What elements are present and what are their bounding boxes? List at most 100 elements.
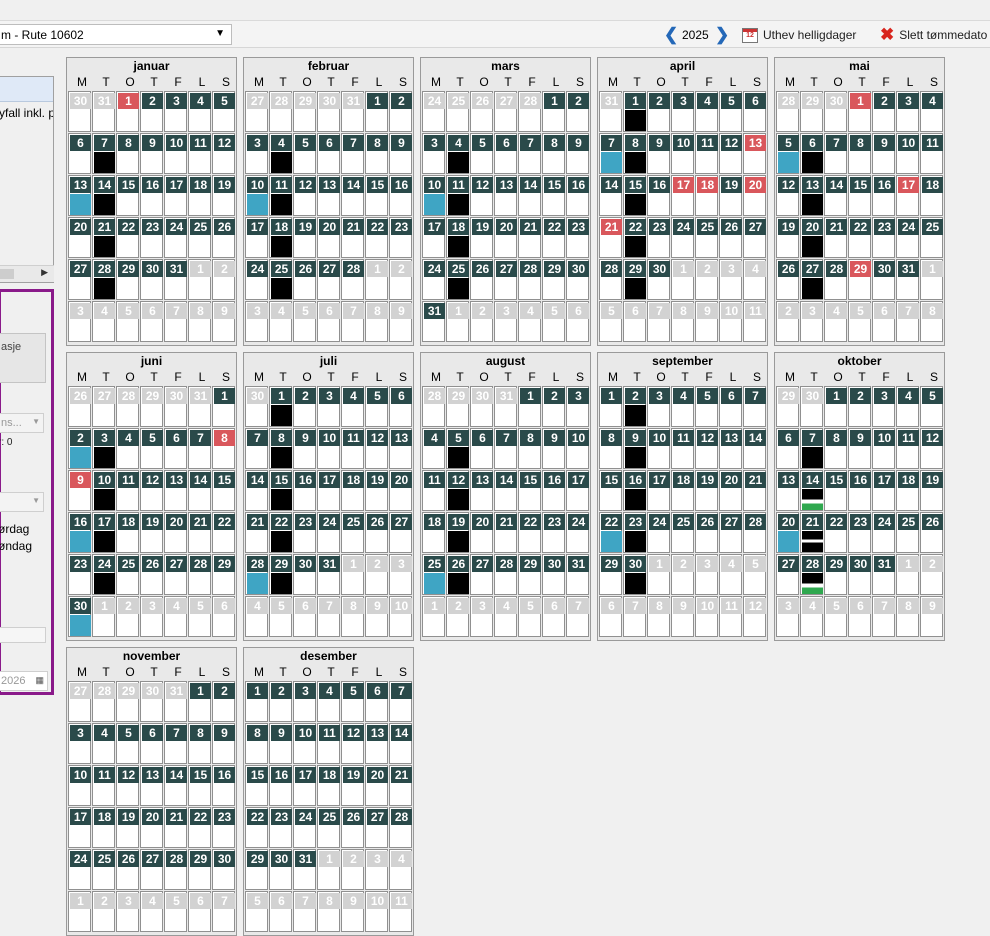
day-cell[interactable]: 31	[872, 554, 895, 595]
day-cell[interactable]: 11	[671, 428, 694, 469]
day-cell[interactable]: 3	[164, 91, 187, 132]
day-cell[interactable]: 28	[824, 259, 847, 300]
day-cell[interactable]: 24	[68, 849, 91, 890]
day-cell[interactable]: 29	[293, 91, 316, 132]
day-cell[interactable]: 18	[671, 470, 694, 511]
day-cell[interactable]: 29	[245, 849, 268, 890]
day-cell[interactable]: 6	[317, 301, 340, 342]
day-cell[interactable]: 19	[293, 217, 316, 258]
day-cell[interactable]: 1	[269, 386, 292, 427]
day-cell[interactable]: 13	[365, 723, 388, 764]
day-cell[interactable]: 23	[269, 807, 292, 848]
day-cell[interactable]: 6	[599, 596, 622, 637]
day-cell[interactable]: 29	[188, 849, 211, 890]
day-cell[interactable]: 14	[824, 175, 847, 216]
day-cell[interactable]: 2	[470, 301, 493, 342]
day-cell[interactable]: 17	[317, 470, 340, 511]
day-cell[interactable]: 25	[695, 217, 718, 258]
day-cell[interactable]: 29	[116, 259, 139, 300]
day-cell[interactable]: 8	[518, 428, 541, 469]
scrollbar-thumb[interactable]	[0, 269, 14, 279]
day-cell[interactable]: 3	[896, 91, 919, 132]
day-cell[interactable]: 17	[164, 175, 187, 216]
day-cell[interactable]: 10	[68, 765, 91, 806]
day-cell[interactable]: 8	[245, 723, 268, 764]
day-cell[interactable]: 12	[695, 428, 718, 469]
day-cell[interactable]: 11	[896, 428, 919, 469]
day-cell[interactable]: 3	[800, 301, 823, 342]
day-cell[interactable]: 14	[164, 765, 187, 806]
day-cell[interactable]: 29	[848, 259, 871, 300]
day-cell[interactable]: 9	[341, 891, 364, 932]
day-cell[interactable]: 9	[140, 133, 163, 174]
day-cell[interactable]: 27	[245, 91, 268, 132]
day-cell[interactable]: 19	[776, 217, 799, 258]
day-cell[interactable]: 1	[365, 91, 388, 132]
day-cell[interactable]: 8	[341, 596, 364, 637]
day-cell[interactable]: 18	[896, 470, 919, 511]
day-cell[interactable]: 31	[422, 301, 445, 342]
day-cell[interactable]: 7	[212, 891, 235, 932]
day-cell[interactable]: 25	[920, 217, 943, 258]
day-cell[interactable]: 4	[695, 91, 718, 132]
day-cell[interactable]: 14	[743, 428, 766, 469]
day-cell[interactable]: 31	[599, 91, 622, 132]
day-cell[interactable]: 25	[269, 259, 292, 300]
day-cell[interactable]: 4	[824, 301, 847, 342]
day-cell[interactable]: 5	[164, 891, 187, 932]
day-cell[interactable]: 2	[212, 259, 235, 300]
day-cell[interactable]: 29	[623, 259, 646, 300]
day-cell[interactable]: 26	[365, 512, 388, 553]
day-cell[interactable]: 6	[542, 596, 565, 637]
day-cell[interactable]: 15	[269, 470, 292, 511]
day-cell[interactable]: 5	[518, 596, 541, 637]
day-cell[interactable]: 6	[365, 681, 388, 722]
day-cell[interactable]: 5	[848, 301, 871, 342]
day-cell[interactable]: 9	[623, 428, 646, 469]
day-cell[interactable]: 17	[647, 470, 670, 511]
day-cell[interactable]: 15	[542, 175, 565, 216]
day-cell[interactable]: 27	[743, 217, 766, 258]
day-cell[interactable]: 20	[776, 512, 799, 553]
day-cell[interactable]: 27	[164, 554, 187, 595]
day-cell[interactable]: 1	[599, 386, 622, 427]
day-cell[interactable]: 10	[245, 175, 268, 216]
day-cell[interactable]: 22	[599, 512, 622, 553]
previous-year-button[interactable]: ❮	[664, 25, 678, 45]
day-cell[interactable]: 28	[245, 554, 268, 595]
day-cell[interactable]: 5	[140, 428, 163, 469]
day-cell[interactable]: 1	[446, 301, 469, 342]
day-cell[interactable]: 11	[422, 470, 445, 511]
day-cell[interactable]: 10	[566, 428, 589, 469]
day-cell[interactable]: 3	[116, 891, 139, 932]
day-cell[interactable]: 5	[293, 301, 316, 342]
day-cell[interactable]: 28	[92, 259, 115, 300]
day-cell[interactable]: 21	[599, 217, 622, 258]
day-cell[interactable]: 17	[245, 217, 268, 258]
day-cell[interactable]: 9	[68, 470, 91, 511]
day-cell[interactable]: 8	[542, 133, 565, 174]
day-cell[interactable]: 23	[566, 217, 589, 258]
floor-field[interactable]: asje	[0, 333, 46, 383]
day-cell[interactable]: 1	[188, 681, 211, 722]
day-cell[interactable]: 10	[317, 428, 340, 469]
day-cell[interactable]: 12	[446, 470, 469, 511]
day-cell[interactable]: 10	[719, 301, 742, 342]
day-cell[interactable]: 19	[341, 765, 364, 806]
day-cell[interactable]: 26	[470, 91, 493, 132]
day-cell[interactable]: 24	[647, 512, 670, 553]
day-cell[interactable]: 30	[848, 554, 871, 595]
day-cell[interactable]: 31	[293, 849, 316, 890]
day-cell[interactable]: 28	[188, 554, 211, 595]
day-cell[interactable]: 6	[776, 428, 799, 469]
day-cell[interactable]: 28	[518, 259, 541, 300]
day-cell[interactable]: 17	[896, 175, 919, 216]
day-cell[interactable]: 28	[800, 554, 823, 595]
day-cell[interactable]: 6	[743, 91, 766, 132]
day-cell[interactable]: 3	[494, 301, 517, 342]
day-cell[interactable]: 1	[365, 259, 388, 300]
day-cell[interactable]: 3	[245, 133, 268, 174]
day-cell[interactable]: 28	[776, 91, 799, 132]
day-cell[interactable]: 4	[269, 301, 292, 342]
day-cell[interactable]: 25	[446, 91, 469, 132]
